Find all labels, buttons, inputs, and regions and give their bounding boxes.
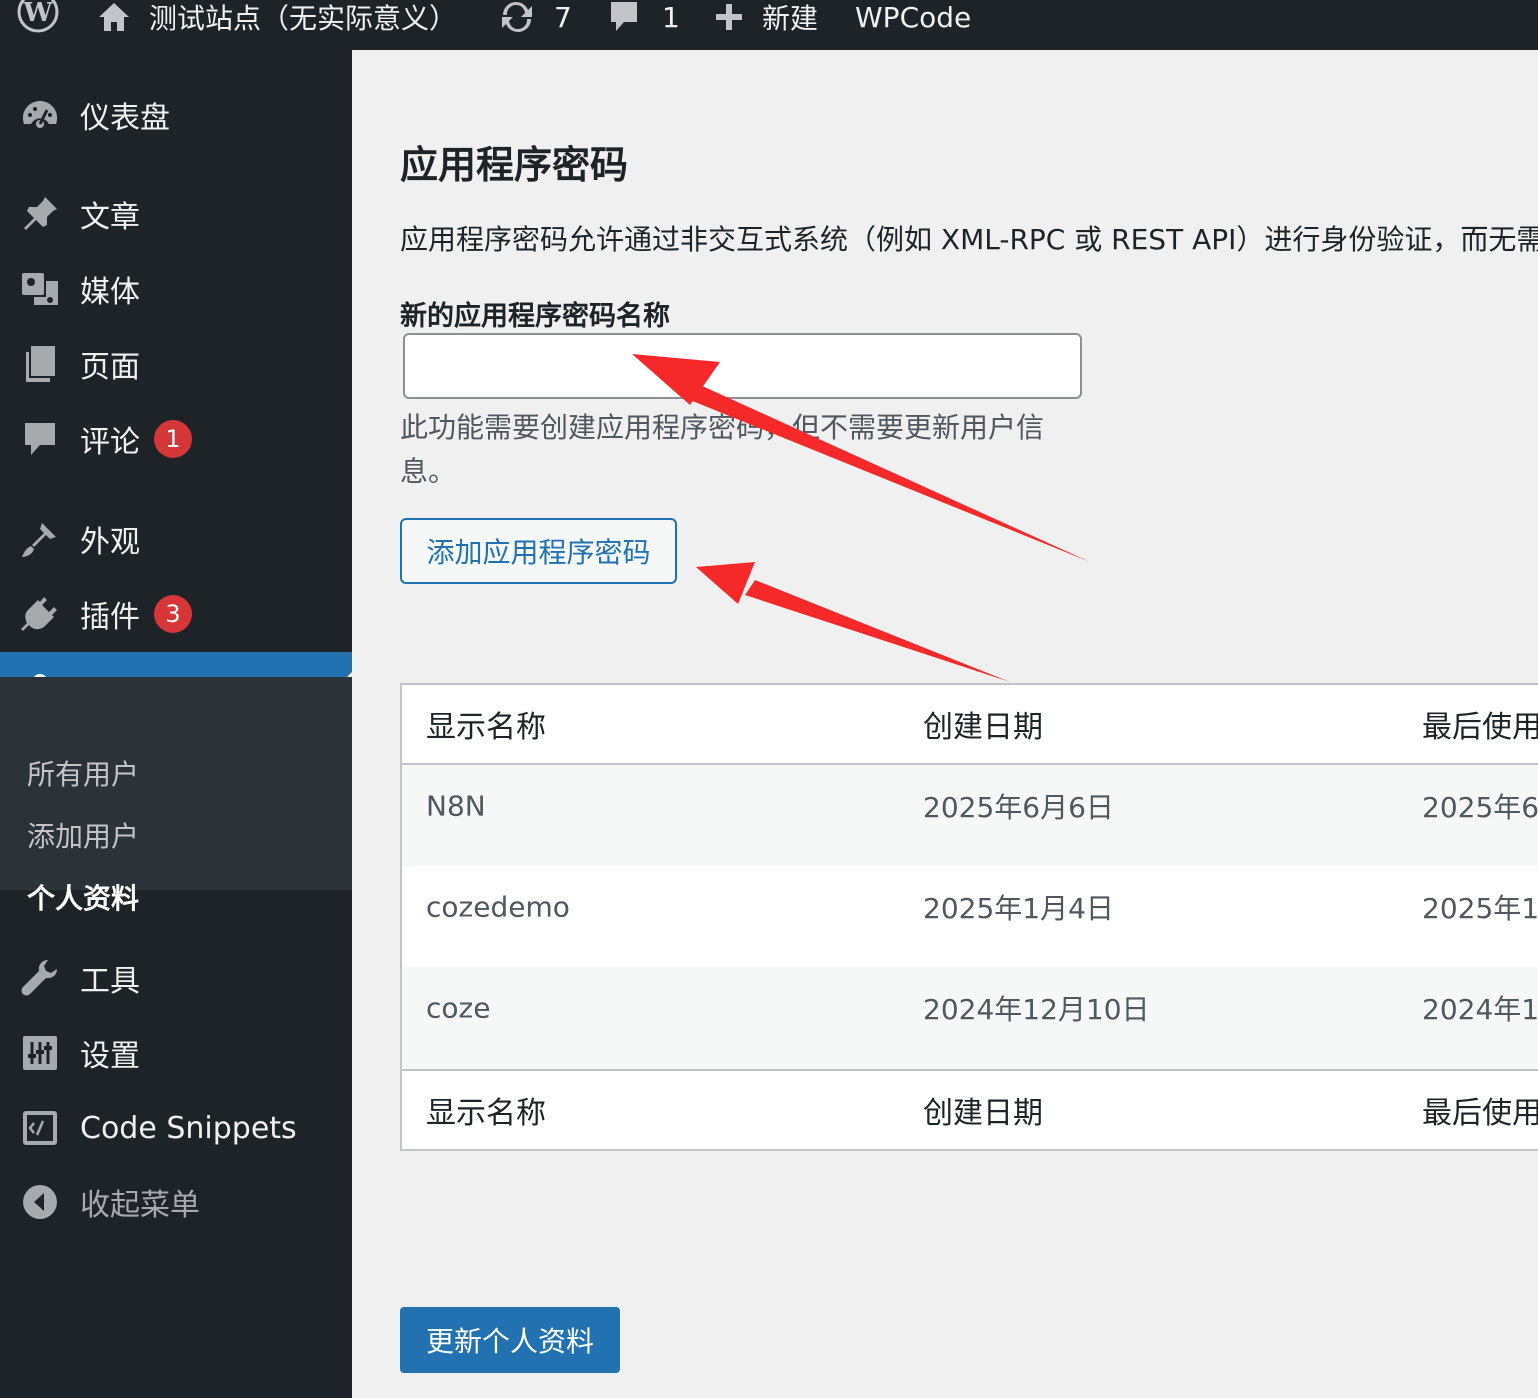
svg-text:W: W — [22, 0, 53, 28]
menu-item-pages[interactable]: 页面 — [0, 334, 352, 394]
cell-name: N8N — [426, 789, 486, 822]
wrench-icon — [20, 958, 60, 998]
menu-label-tools: 工具 — [80, 964, 140, 999]
cell-last-used: 2024年12月 — [1422, 993, 1538, 1026]
media-icon — [20, 269, 60, 309]
menu-label-media: 媒体 — [80, 275, 140, 310]
menu-label-comments: 评论 — [80, 425, 140, 460]
section-description: 应用程序密码允许通过非交互式系统（例如 XML-RPC 或 REST API）进… — [400, 223, 1538, 256]
menu-label-dashboard: 仪表盘 — [80, 101, 170, 136]
site-name: 测试站点（无实际意义） — [149, 2, 458, 35]
comment-bubble-icon — [608, 0, 640, 34]
admin-bar: W 测试站点（无实际意义） 7 1 新建 WPCode — [0, 0, 1538, 50]
update-profile-button[interactable]: 更新个人资料 — [400, 1307, 620, 1373]
site-name-link[interactable]: 测试站点（无实际意义） — [97, 0, 458, 35]
column-footer-name: 显示名称 — [426, 1096, 546, 1131]
menu-item-posts[interactable]: 文章 — [0, 184, 352, 244]
table-row: cozedemo 2025年1月4日 2025年1月 — [402, 866, 1538, 967]
menu-item-plugins[interactable]: 插件 3 — [0, 584, 352, 644]
table-footer-row: 显示名称 创建日期 最后使用 — [402, 1069, 1538, 1149]
column-footer-last-used: 最后使用 — [1422, 1096, 1538, 1131]
add-application-password-button[interactable]: 添加应用程序密码 — [400, 518, 677, 584]
column-footer-created: 创建日期 — [923, 1096, 1043, 1131]
dashboard-icon — [20, 95, 60, 135]
cell-name: cozedemo — [426, 890, 570, 923]
updates-count: 7 — [554, 0, 572, 34]
home-icon — [97, 1, 131, 33]
updates-icon — [498, 1, 536, 33]
password-name-input[interactable] — [403, 333, 1082, 399]
application-passwords-table: 显示名称 创建日期 最后使用 N8N 2025年6月6日 2025年6月 coz… — [400, 683, 1538, 1151]
menu-label-appearance: 外观 — [80, 525, 140, 560]
menu-item-appearance[interactable]: 外观 — [0, 509, 352, 569]
menu-label-collapse: 收起菜单 — [80, 1188, 200, 1223]
collapse-icon — [20, 1182, 60, 1222]
brush-icon — [20, 519, 60, 559]
comments-count: 1 — [662, 0, 680, 34]
menu-label-plugins: 插件 — [80, 600, 140, 635]
comment-icon — [20, 419, 60, 459]
plugin-icon — [20, 594, 60, 634]
submenu-all-users[interactable]: 所有用户 — [27, 753, 139, 793]
cell-created: 2025年1月4日 — [923, 891, 1114, 925]
table-header-row: 显示名称 创建日期 最后使用 — [402, 685, 1538, 765]
wpcode-link[interactable]: WPCode — [855, 0, 971, 34]
menu-item-settings[interactable]: 设置 — [0, 1023, 352, 1083]
password-name-label: 新的应用程序密码名称 — [400, 301, 670, 332]
new-label: 新建 — [762, 2, 819, 35]
submenu-profile[interactable]: 个人资料 — [27, 877, 139, 917]
page-icon — [20, 344, 60, 384]
field-help-text: 此功能需要创建应用程序密码，但不需要更新用户信息。 — [400, 411, 1045, 488]
menu-item-code-snippets[interactable]: Code Snippets — [0, 1098, 352, 1158]
cell-last-used: 2025年1月 — [1422, 891, 1538, 925]
new-content-link[interactable]: 新建 — [714, 0, 819, 35]
collapse-menu-button[interactable]: 收起菜单 — [0, 1172, 352, 1232]
menu-item-media[interactable]: 媒体 — [0, 259, 352, 319]
plus-icon — [714, 2, 744, 32]
comments-link[interactable]: 1 — [608, 0, 680, 34]
users-submenu: 所有用户 添加用户 个人资料 — [0, 677, 352, 915]
pin-icon — [20, 194, 60, 234]
column-header-last-used: 最后使用 — [1422, 710, 1538, 745]
code-icon — [20, 1108, 60, 1148]
wordpress-logo-icon[interactable]: W — [16, 0, 60, 34]
menu-label-pages: 页面 — [80, 350, 140, 385]
comments-badge: 1 — [154, 420, 192, 458]
column-header-name: 显示名称 — [426, 710, 546, 745]
menu-label-posts: 文章 — [80, 200, 140, 235]
menu-item-dashboard[interactable]: 仪表盘 — [0, 85, 352, 145]
menu-label-settings: 设置 — [80, 1039, 140, 1074]
menu-item-comments[interactable]: 评论 1 — [0, 409, 352, 469]
cell-created: 2024年12月10日 — [923, 993, 1150, 1026]
cell-created: 2025年6月6日 — [923, 790, 1114, 824]
plugins-badge: 3 — [154, 595, 192, 633]
main-content: 应用程序密码 应用程序密码允许通过非交互式系统（例如 XML-RPC 或 RES… — [352, 50, 1538, 1398]
table-row: coze 2024年12月10日 2024年12月 — [402, 967, 1538, 1069]
wpcode-label: WPCode — [855, 0, 972, 34]
updates-link[interactable]: 7 — [498, 0, 572, 34]
cell-last-used: 2025年6月 — [1422, 790, 1538, 824]
menu-item-tools[interactable]: 工具 — [0, 948, 352, 1008]
menu-label-code-snippets: Code Snippets — [80, 1110, 297, 1146]
table-row: N8N 2025年6月6日 2025年6月 — [402, 765, 1538, 866]
column-header-created: 创建日期 — [923, 710, 1043, 745]
section-title: 应用程序密码 — [400, 143, 629, 187]
cell-name: coze — [426, 991, 491, 1025]
settings-icon — [20, 1033, 60, 1073]
submenu-add-user[interactable]: 添加用户 — [27, 815, 139, 855]
